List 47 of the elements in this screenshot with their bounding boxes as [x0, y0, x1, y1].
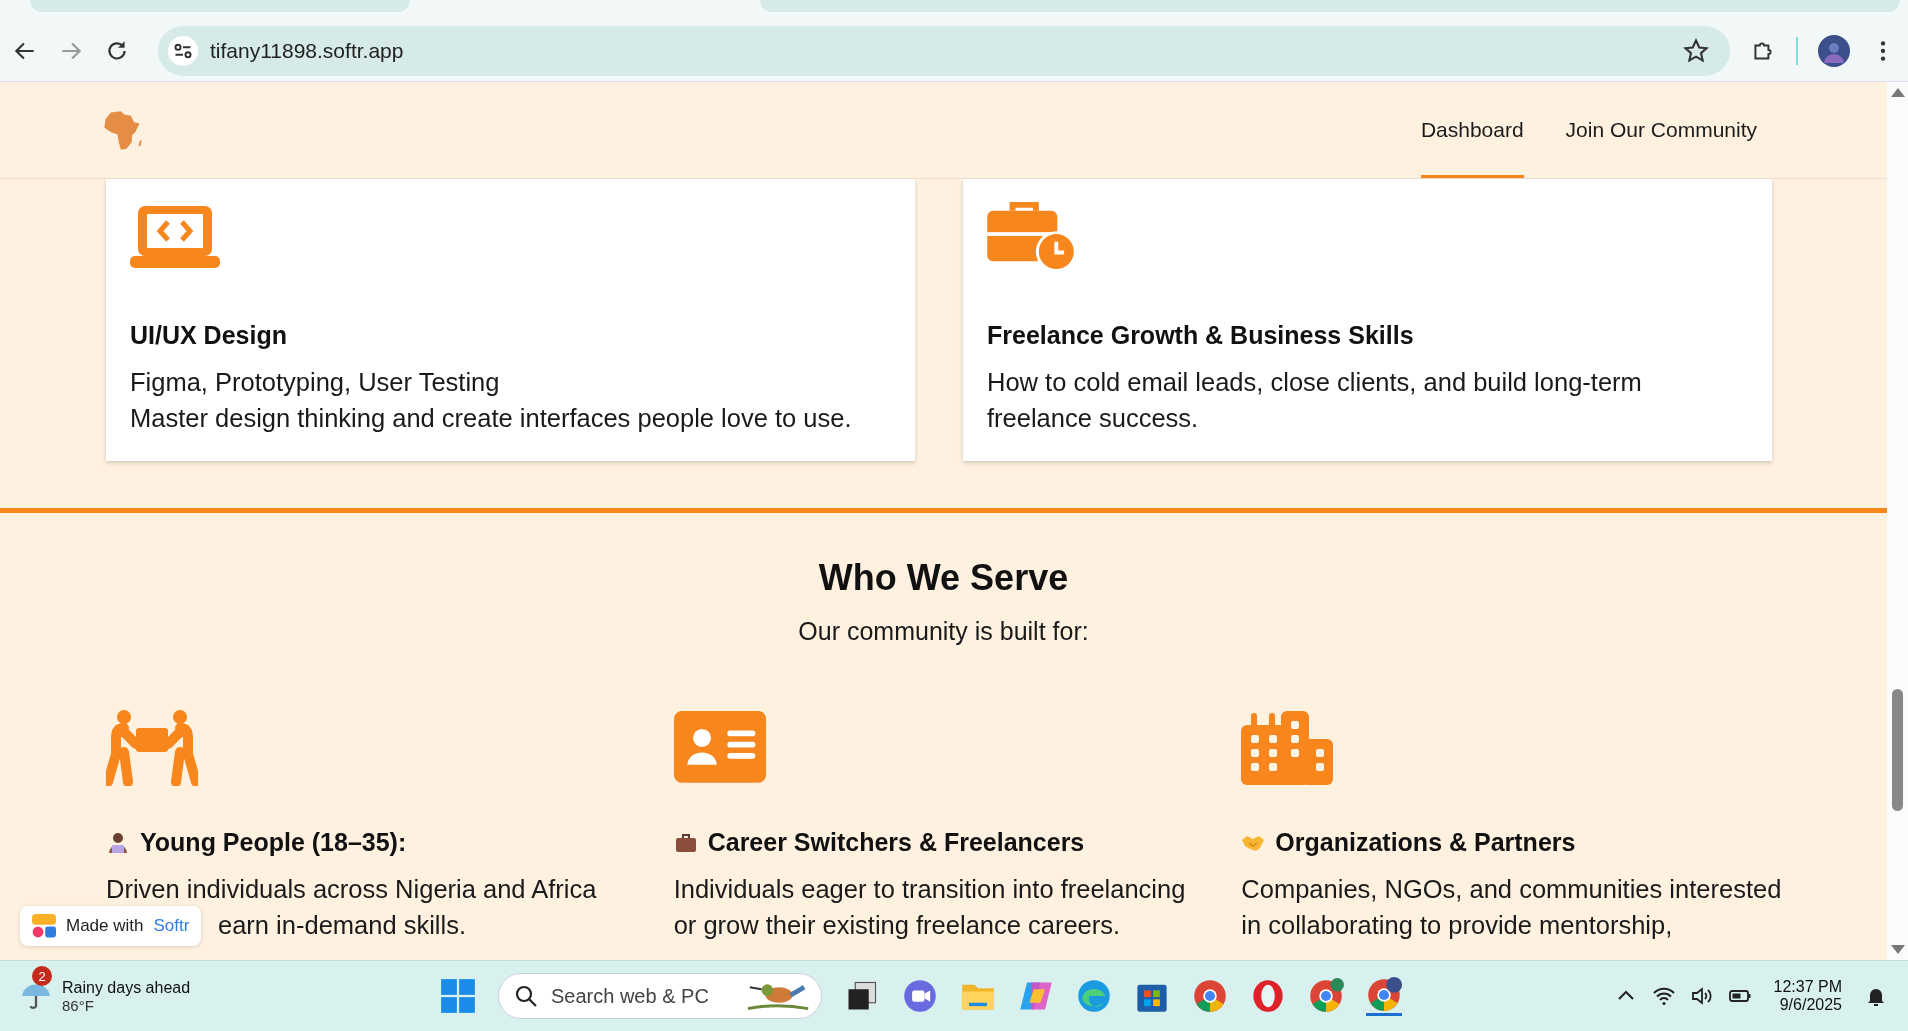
notification-badge: 2 [32, 966, 52, 986]
card-title: UI/UX Design [130, 321, 288, 350]
card-title: Freelance Growth & Business Skills [987, 321, 1415, 350]
softr-logo-icon [32, 914, 56, 938]
clock-time: 12:37 PM [1773, 978, 1842, 996]
url-text: tifany11898.softr.app [210, 38, 405, 63]
person-laptop-icon [106, 830, 130, 855]
audience-description: Companies, NGOs, and communities interested [1241, 874, 1783, 905]
site-settings-icon[interactable] [168, 35, 198, 66]
volume-icon[interactable] [1689, 984, 1714, 1008]
temperature: 86°F [62, 996, 95, 1014]
badge-label: Made with [66, 916, 144, 936]
clock[interactable]: 12:37 PM 9/6/2025 [1765, 978, 1850, 1014]
id-card-icon [673, 710, 766, 786]
audience-description: earn in-demand skills. [218, 910, 467, 941]
card-description: Master design thinking and create interfaces people love to use. [130, 403, 853, 434]
badge-brand: Softr [153, 916, 190, 936]
chrome-icon[interactable] [1192, 978, 1228, 1014]
audience-description: in collaborating to provide mentorship, [1241, 910, 1674, 941]
nav-link[interactable]: Join Our Community [1565, 82, 1757, 178]
made-with-softr-badge[interactable]: Made with Softr [20, 906, 202, 946]
section-subtitle: Our community is built for: [797, 617, 1090, 646]
card-description: Figma, Prototyping, User Testing [130, 367, 501, 398]
bookmark-star-icon[interactable] [1682, 36, 1710, 65]
taskbar-search-field[interactable]: Search web & PC [498, 973, 822, 1019]
chat-icon[interactable] [902, 978, 938, 1014]
section-title: Who We Serve [817, 557, 1070, 599]
scrollbar[interactable] [1887, 82, 1908, 960]
audience-description: or grow their existing freelance careers. [673, 910, 1122, 941]
chrome-icon[interactable] [1366, 976, 1402, 1016]
audience-title: Organizations & Partners [1275, 828, 1576, 857]
audience-title: Career Switchers & Freelancers [707, 828, 1085, 857]
profile-avatar[interactable] [1818, 34, 1850, 67]
people-carrying-box-icon [106, 710, 198, 786]
buildings-icon [1241, 710, 1334, 786]
search-icon [514, 984, 538, 1008]
windows-start-icon[interactable] [440, 978, 476, 1014]
address-bar[interactable]: tifany11898.softr.app [158, 25, 1730, 76]
clock-date: 9/6/2025 [1779, 996, 1842, 1014]
audience-description: Individuals eager to transition into freelancing [673, 874, 1187, 905]
audience-title: Young People (18–35): [140, 828, 407, 857]
weather-title: Rainy days ahead [62, 978, 191, 997]
audience-description: Driven individuals across Nigeria and Africa [106, 874, 598, 905]
card-description: How to cold email leads, close clients, and build long-term freelance success. [987, 367, 1643, 434]
chrome-icon[interactable] [1308, 978, 1344, 1014]
edge-icon[interactable] [1076, 978, 1112, 1014]
opera-icon[interactable] [1250, 978, 1286, 1014]
